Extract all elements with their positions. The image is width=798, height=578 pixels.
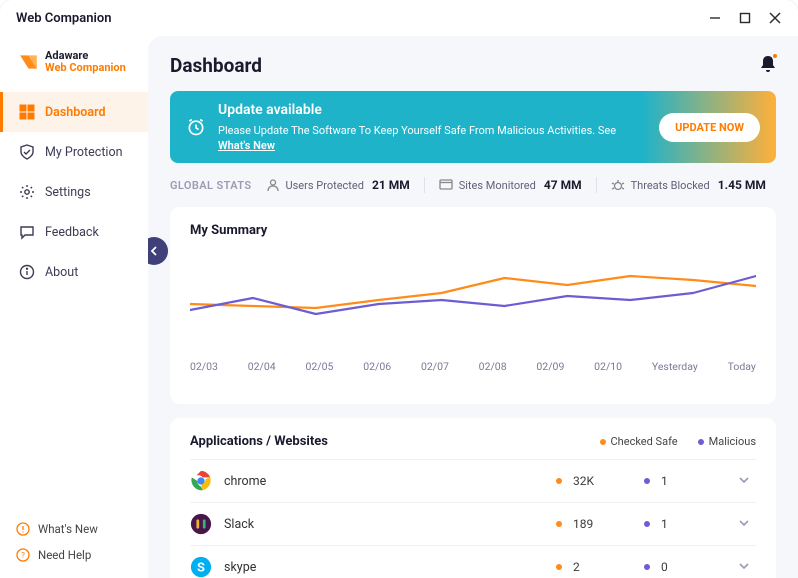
app-name: Slack bbox=[224, 517, 556, 532]
col-malicious: 1 bbox=[644, 517, 732, 531]
footer-whatsnew[interactable]: What's New bbox=[16, 516, 132, 542]
page-header: Dashboard bbox=[170, 54, 776, 77]
x-tick: 02/10 bbox=[594, 360, 622, 373]
monitor-icon bbox=[439, 178, 453, 192]
sidebar-item-dashboard[interactable]: Dashboard bbox=[0, 92, 148, 132]
clock-icon bbox=[186, 117, 206, 137]
x-tick: 02/05 bbox=[305, 360, 333, 373]
chart-x-labels: 02/03 02/04 02/05 02/06 02/07 02/08 02/09 02/10… bbox=[190, 360, 756, 373]
app-row: Slack 189 1 bbox=[190, 502, 756, 545]
sidebar-item-protection[interactable]: My Protection bbox=[0, 132, 148, 172]
app-icon bbox=[190, 470, 212, 492]
x-tick: 02/04 bbox=[248, 360, 276, 373]
col-safe: 189 bbox=[556, 517, 644, 531]
alert-icon bbox=[16, 522, 30, 536]
chevron-down-icon bbox=[739, 518, 749, 528]
stat-users: Users Protected 21 MM bbox=[266, 178, 410, 192]
expand-button[interactable] bbox=[732, 517, 756, 532]
app-row: chrome 32K 1 bbox=[190, 459, 756, 502]
footer-help[interactable]: ? Need Help bbox=[16, 542, 132, 568]
sidebar-item-label: Dashboard bbox=[45, 105, 106, 120]
sidebar-item-about[interactable]: About bbox=[0, 252, 148, 292]
sidebar-item-feedback[interactable]: Feedback bbox=[0, 212, 148, 252]
summary-title: My Summary bbox=[190, 223, 756, 238]
stat-sites: Sites Monitored 47 MM bbox=[439, 178, 582, 192]
sidebar-item-label: Feedback bbox=[45, 225, 99, 240]
brand-logo: Adaware Web Companion bbox=[0, 44, 148, 92]
app-name: chrome bbox=[224, 474, 556, 489]
adaware-logo-icon bbox=[18, 52, 39, 72]
sidebar-item-label: Settings bbox=[45, 185, 91, 200]
window-controls bbox=[708, 11, 782, 25]
chart-prev-button[interactable] bbox=[148, 237, 168, 265]
x-tick: 02/03 bbox=[190, 360, 218, 373]
app-icon bbox=[190, 513, 212, 535]
bug-icon bbox=[611, 178, 625, 192]
line-chart bbox=[190, 248, 756, 348]
chevron-down-icon bbox=[739, 561, 749, 571]
help-icon: ? bbox=[16, 548, 30, 562]
stats-label: GLOBAL STATS bbox=[170, 179, 252, 192]
sidebar: Adaware Web Companion Dashboard My Prote… bbox=[0, 36, 148, 578]
window-title: Web Companion bbox=[16, 11, 111, 26]
summary-chart: 02/03 02/04 02/05 02/06 02/07 02/08 02/09 02/10… bbox=[190, 248, 756, 388]
expand-button[interactable] bbox=[732, 474, 756, 489]
x-tick: Today bbox=[728, 360, 756, 373]
main-content: Dashboard Update available Please Update… bbox=[148, 36, 798, 578]
global-stats: GLOBAL STATS Users Protected 21 MM Sites… bbox=[170, 177, 776, 193]
app-row: S skype 2 0 bbox=[190, 545, 756, 578]
app-name: skype bbox=[224, 560, 556, 575]
x-tick: 02/09 bbox=[536, 360, 564, 373]
notifications-button[interactable] bbox=[760, 55, 776, 77]
app-icon: S bbox=[190, 556, 212, 578]
sidebar-item-label: My Protection bbox=[45, 145, 122, 160]
col-malicious: 0 bbox=[644, 560, 732, 574]
sidebar-item-settings[interactable]: Settings bbox=[0, 172, 148, 212]
col-safe: 32K bbox=[556, 474, 644, 488]
stat-threats: Threats Blocked 1.45 MM bbox=[611, 178, 766, 192]
apps-title: Applications / Websites bbox=[190, 434, 328, 449]
legend-safe: Checked Safe bbox=[600, 435, 678, 448]
apps-legend: Checked Safe Malicious bbox=[600, 435, 756, 448]
dashboard-icon bbox=[19, 104, 35, 120]
sidebar-footer: What's New ? Need Help bbox=[0, 516, 148, 568]
user-icon bbox=[266, 178, 280, 192]
gear-icon bbox=[19, 184, 35, 200]
applications-card: Applications / Websites Checked Safe Mal… bbox=[170, 418, 776, 578]
legend-malicious: Malicious bbox=[698, 435, 756, 448]
maximize-button[interactable] bbox=[738, 11, 752, 25]
bell-icon bbox=[760, 55, 776, 73]
x-tick: Yesterday bbox=[652, 360, 698, 373]
update-now-button[interactable]: UPDATE NOW bbox=[659, 113, 760, 142]
svg-text:S: S bbox=[197, 561, 205, 576]
svg-text:?: ? bbox=[21, 551, 25, 560]
expand-button[interactable] bbox=[732, 560, 756, 575]
sidebar-item-label: About bbox=[45, 265, 78, 280]
sidebar-nav: Dashboard My Protection Settings Feedbac… bbox=[0, 92, 148, 292]
chevron-left-icon bbox=[149, 246, 159, 256]
brand-text: Adaware Web Companion bbox=[45, 50, 126, 74]
chevron-down-icon bbox=[739, 475, 749, 485]
summary-card: My Summary 02/0302/0402/0502/0602/0702/0… bbox=[170, 207, 776, 404]
col-malicious: 1 bbox=[644, 474, 732, 488]
page-title: Dashboard bbox=[170, 54, 262, 77]
titlebar: Web Companion bbox=[0, 0, 798, 36]
col-safe: 2 bbox=[556, 560, 644, 574]
close-button[interactable] bbox=[768, 11, 782, 25]
update-banner: Update available Please Update The Softw… bbox=[170, 91, 776, 163]
x-tick: 02/08 bbox=[479, 360, 507, 373]
minimize-button[interactable] bbox=[708, 11, 722, 25]
whatsnew-link[interactable]: What's New bbox=[218, 139, 275, 152]
banner-text: Update available Please Update The Softw… bbox=[218, 101, 647, 153]
chat-icon bbox=[19, 224, 35, 240]
info-icon bbox=[19, 264, 35, 280]
shield-icon bbox=[19, 144, 35, 160]
x-tick: 02/07 bbox=[421, 360, 449, 373]
x-tick: 02/06 bbox=[363, 360, 391, 373]
